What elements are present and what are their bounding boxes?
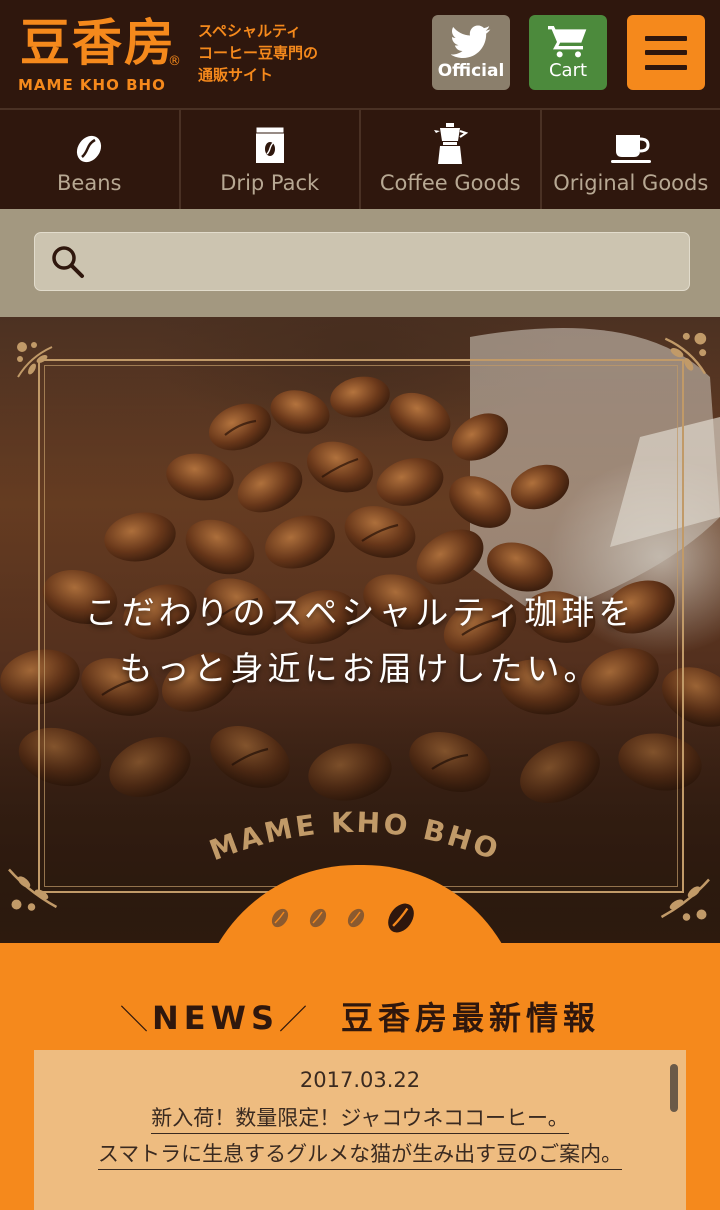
carousel-dot-bean-icon-active[interactable] — [382, 899, 420, 937]
hero-headline-line: もっと身近にお届けしたい。 — [119, 649, 601, 688]
floral-ornament-icon — [664, 332, 707, 375]
hero-headline: こだわりのスペシャルティ珈琲を もっと身近にお届けしたい。 — [0, 585, 720, 697]
hero-headline-line: こだわりのスペシャルティ珈琲を — [84, 593, 636, 632]
news-link-text[interactable]: 新入荷！数量限定！ジャコウネココーヒー。 — [151, 1106, 569, 1134]
category-nav: Beans Drip Pack Coffee Goods Original Go… — [0, 108, 720, 209]
twitter-button-label: Official — [437, 60, 505, 81]
search-box[interactable] — [34, 232, 690, 291]
news-heading: ＼NEWS／ 豆香房最新情報 — [0, 993, 720, 1039]
registered-mark: ® — [168, 54, 181, 69]
nav-item-label: Beans — [57, 170, 122, 195]
search-input[interactable] — [101, 241, 671, 283]
heading-decoration: ／ — [278, 1003, 311, 1036]
tagline-line: スペシャルティ — [198, 22, 302, 40]
floral-ornament-icon — [17, 342, 53, 378]
carousel-indicators — [268, 899, 420, 937]
news-date: 2017.03.22 — [299, 1068, 421, 1092]
nav-item-original-goods[interactable]: Original Goods — [542, 110, 720, 209]
nav-item-coffee-goods[interactable]: Coffee Goods — [361, 110, 542, 209]
news-heading-jp: 豆香房最新情報 — [341, 999, 601, 1037]
logo-jp-text: 豆香房 — [20, 13, 176, 72]
bean-icon — [77, 135, 102, 162]
news-link[interactable]: スマトラに生息するグルメな猫が生み出す豆のご案内。 — [34, 1138, 686, 1170]
nav-item-label: Original Goods — [553, 170, 709, 195]
tagline-line: コーヒー豆専門の — [198, 44, 319, 62]
nav-item-drip-pack[interactable]: Drip Pack — [181, 110, 361, 209]
coffee-maker-icon — [434, 122, 469, 164]
news-link-text[interactable]: スマトラに生息するグルメな猫が生み出す豆のご案内。 — [97, 1142, 623, 1170]
search-section — [0, 209, 720, 317]
tagline-line: 通販サイト — [198, 66, 274, 84]
carousel-dot-bean-icon[interactable] — [306, 906, 330, 930]
cup-icon — [610, 134, 651, 163]
twitter-official-button[interactable]: Official — [432, 15, 510, 90]
svg-text:MAME KHO BHO: MAME KHO BHO — [205, 806, 505, 868]
search-icon[interactable] — [51, 245, 85, 279]
carousel-dot-bean-icon[interactable] — [268, 906, 292, 930]
nav-item-label: Coffee Goods — [379, 170, 521, 195]
logo-en-text: MAME KHO BHO — [18, 76, 166, 94]
drip-pack-icon — [255, 126, 285, 163]
hero-banner: こだわりのスペシャルティ珈琲を もっと身近にお届けしたい。 MAME KHO B… — [0, 317, 720, 943]
site-logo[interactable]: 豆香房 ® MAME KHO BHO — [18, 12, 188, 100]
news-list: 2017.03.22 新入荷！数量限定！ジャコウネココーヒー。 スマトラに生息す… — [34, 1050, 686, 1210]
nav-item-beans[interactable]: Beans — [0, 110, 181, 209]
news-heading-en: NEWS — [152, 999, 279, 1037]
hamburger-menu-button[interactable] — [627, 15, 705, 90]
site-header: 豆香房 ® MAME KHO BHO スペシャルティ コーヒー豆専門の 通販サイ… — [0, 0, 720, 108]
cart-button-label: Cart — [548, 60, 588, 81]
nav-item-label: Drip Pack — [220, 170, 320, 195]
cart-icon — [548, 26, 587, 58]
cart-button[interactable]: Cart — [529, 15, 607, 90]
heading-decoration: ＼ — [119, 1003, 152, 1036]
news-section: ＼NEWS／ 豆香房最新情報 2017.03.22 新入荷！数量限定！ジャコウネコ… — [0, 943, 720, 1210]
site-tagline: スペシャルティ コーヒー豆専門の 通販サイト — [198, 20, 348, 86]
twitter-icon — [451, 25, 491, 58]
hamburger-icon — [645, 35, 687, 70]
hero-brand-text: MAME KHO BHO — [205, 806, 502, 868]
carousel-dot-bean-icon[interactable] — [344, 906, 368, 930]
news-link[interactable]: 新入荷！数量限定！ジャコウネココーヒー。 — [34, 1102, 686, 1134]
